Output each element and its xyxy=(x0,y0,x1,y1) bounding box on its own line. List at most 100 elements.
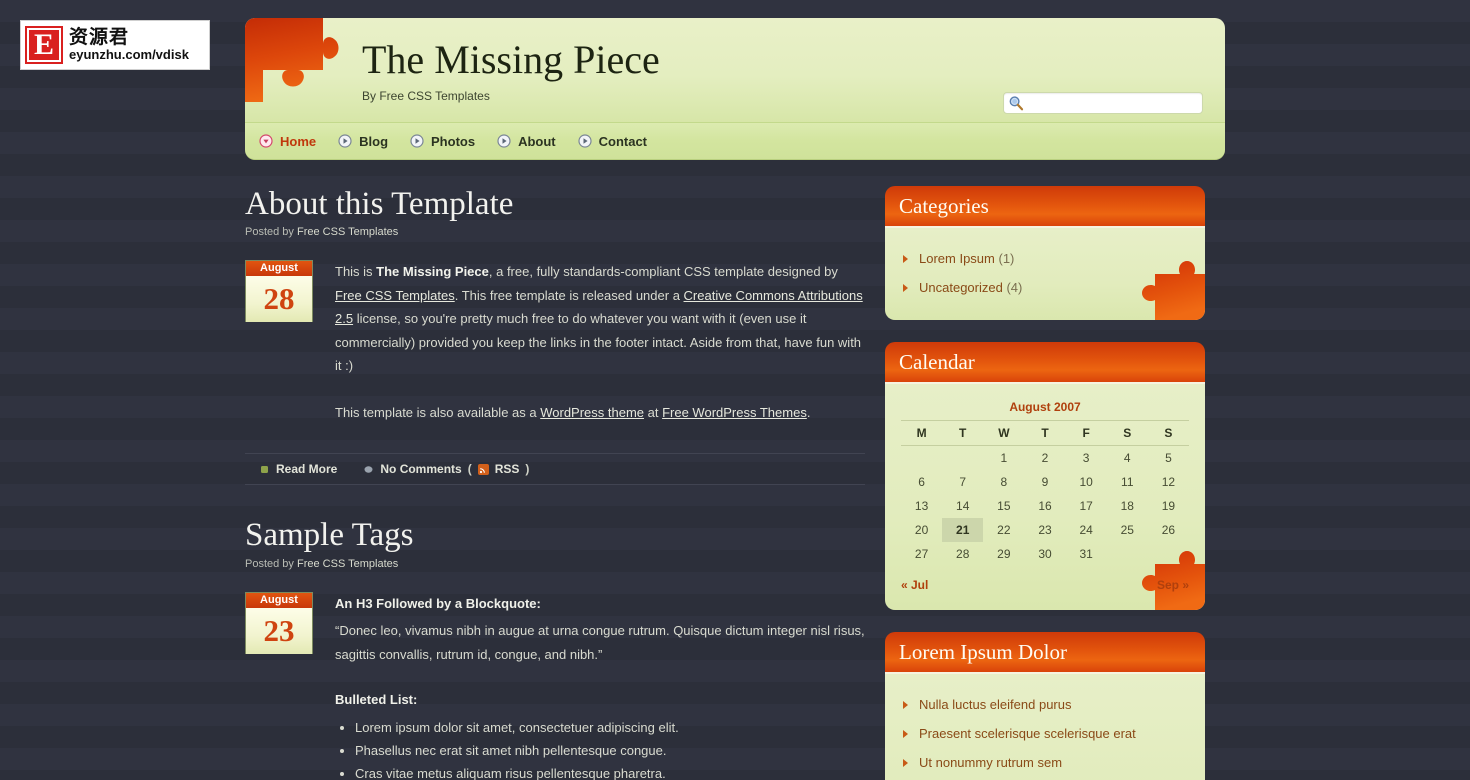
calendar-day: 13 xyxy=(914,499,929,513)
calendar-day: 7 xyxy=(959,475,967,489)
calendar-day xyxy=(1148,542,1189,566)
bullet-icon xyxy=(338,134,352,148)
bullet-icon xyxy=(578,134,592,148)
calendar-day: 14 xyxy=(956,499,970,513)
calendar-week-row: 20 21 22 23 24 25 26 xyxy=(901,518,1189,542)
arrow-right-icon xyxy=(903,730,908,738)
calendar-weekday-row: M T W T F S S xyxy=(901,420,1189,446)
watermark-logo: E 资源君 eyunzhu.com/vdisk xyxy=(20,20,210,70)
no-comments-link[interactable]: No Comments xyxy=(380,462,461,476)
calendar-navigation: « Jul Sep » xyxy=(901,578,1189,592)
lorem-link[interactable]: Ut nonummy rutrum sem xyxy=(919,755,1062,770)
site-title: The Missing Piece xyxy=(362,37,660,82)
free-wordpress-themes-link[interactable]: Free WordPress Themes xyxy=(662,405,807,420)
calendar-next-month-link[interactable]: Sep » xyxy=(1157,578,1189,592)
lorem-link[interactable]: Nulla luctus eleifend purus xyxy=(919,697,1071,712)
category-link[interactable]: Lorem Ipsum xyxy=(919,251,995,266)
post-text: This is The Missing Piece, a free, fully… xyxy=(335,260,865,447)
byline-author-link[interactable]: Free CSS Templates xyxy=(297,226,398,238)
arrow-right-icon xyxy=(903,284,908,292)
weekday-header: M xyxy=(901,420,943,446)
calendar-day: 31 xyxy=(1079,547,1093,561)
header-text-block: The Missing Piece By Free CSS Templates xyxy=(362,37,660,104)
calendar-day: 5 xyxy=(1165,451,1172,465)
para1-strong: The Missing Piece xyxy=(376,264,489,280)
box-body: August 2007 M T W T F S S 1 2 3 4 5 6 7 … xyxy=(885,384,1205,610)
search-box[interactable] xyxy=(1003,92,1203,114)
post-body: August 23 An H3 Followed by a Blockquote… xyxy=(245,591,865,780)
calendar-day: 9 xyxy=(1041,475,1049,489)
nav-item-home[interactable]: Home xyxy=(259,134,316,149)
post-title: Sample Tags xyxy=(245,517,414,554)
free-css-templates-link[interactable]: Free CSS Templates xyxy=(335,288,455,303)
read-more-link[interactable]: Read More xyxy=(276,462,337,476)
lorem-link[interactable]: Praesent scelerisque scelerisque erat xyxy=(919,726,1136,741)
para1-text-c: . This free template is released under a xyxy=(454,287,684,303)
wordpress-theme-link[interactable]: WordPress theme xyxy=(540,405,644,420)
para1-text-b: , a free, fully standards-compliant CSS … xyxy=(488,264,838,280)
calendar-prev-month-link[interactable]: « Jul xyxy=(901,578,928,592)
calendar-day: 10 xyxy=(1079,475,1093,489)
rss-icon xyxy=(477,463,489,475)
nav-item-about[interactable]: About xyxy=(497,134,556,149)
post-meta-bar: Read More No Comments ( RSS ) xyxy=(245,453,865,486)
nav-label-photos: Photos xyxy=(431,133,476,149)
rss-link[interactable]: RSS xyxy=(495,462,520,476)
post-text: An H3 Followed by a Blockquote: “Donec l… xyxy=(335,592,865,780)
weekday-header: F xyxy=(1065,420,1107,446)
calendar-day: 12 xyxy=(1161,475,1176,489)
list-item[interactable]: Lorem Ipsum (1) xyxy=(901,244,1189,273)
arrow-right-icon xyxy=(903,255,908,263)
byline-prefix: Posted by xyxy=(245,226,297,239)
date-month: August xyxy=(246,592,312,608)
search-icon xyxy=(1009,96,1024,111)
byline-author-link[interactable]: Free CSS Templates xyxy=(297,558,398,570)
calendar-day: 28 xyxy=(956,547,970,561)
calendar-day: 20 xyxy=(914,523,929,537)
post-sample-tags: Sample Tags Posted by Free CSS Templates… xyxy=(245,517,865,780)
date-day: 28 xyxy=(246,276,312,323)
lorem-links-list: Nulla luctus eleifend purus Praesent sce… xyxy=(901,690,1189,780)
post-byline: Posted by Free CSS Templates xyxy=(245,558,865,570)
post-about-this-template: About this Template Posted by Free CSS T… xyxy=(245,186,865,486)
meta-paren-open: ( xyxy=(467,462,472,477)
list-item[interactable]: Praesent scelerisque scelerisque erat xyxy=(901,719,1189,748)
para2-text-a: This template is also available as a xyxy=(335,404,541,420)
calendar-day xyxy=(1107,542,1148,566)
site-wrapper: The Missing Piece By Free CSS Templates xyxy=(245,18,1225,780)
list-item[interactable]: Ut nonummy rutrum sem xyxy=(901,748,1189,777)
calendar-day: 22 xyxy=(997,523,1011,537)
box-header: Lorem Ipsum Dolor xyxy=(885,632,1205,674)
para1-text-a: This is xyxy=(335,264,377,280)
calendar-day: 6 xyxy=(918,475,925,489)
category-link[interactable]: Uncategorized xyxy=(919,280,1003,295)
calendar-day: 29 xyxy=(997,547,1011,561)
post-byline: Posted by Free CSS Templates xyxy=(245,226,865,238)
calendar-week-row: 1 2 3 4 5 xyxy=(901,446,1189,471)
nav-item-contact[interactable]: Contact xyxy=(578,134,647,149)
list-item: Cras vitae metus aliquam risus pellentes… xyxy=(355,762,865,780)
nav-item-photos[interactable]: Photos xyxy=(410,134,475,149)
list-item[interactable]: Nulla luctus eleifend purus xyxy=(901,690,1189,719)
bulleted-list: Lorem ipsum dolor sit amet, consectetuer… xyxy=(335,716,865,780)
watermark-chinese-text: 资源君 xyxy=(69,26,130,49)
weekday-header: S xyxy=(1147,420,1189,446)
nav-item-blog[interactable]: Blog xyxy=(338,134,388,149)
nav-label-contact: Contact xyxy=(598,133,648,149)
calendar-day: 26 xyxy=(1161,523,1176,537)
site-header: The Missing Piece By Free CSS Templates xyxy=(245,18,1225,122)
search-input[interactable] xyxy=(1024,94,1198,112)
calendar-day: 25 xyxy=(1120,523,1134,537)
post-body: August 28 This is The Missing Piece, a f… xyxy=(245,260,865,447)
category-count: (1) xyxy=(998,251,1015,266)
calendar-day: 2 xyxy=(1041,451,1049,465)
calendar-day xyxy=(942,446,983,471)
calendar-day: 27 xyxy=(914,547,929,561)
list-item[interactable]: Uncategorized (4) xyxy=(901,273,1189,302)
calendar-week-row: 6 7 8 9 10 11 12 xyxy=(901,470,1189,494)
weekday-header: T xyxy=(1024,420,1066,446)
post-subheading: An H3 Followed by a Blockquote: xyxy=(335,595,541,611)
post-blockquote: “Donec leo, vivamus nibh in augue at urn… xyxy=(335,623,865,662)
bulleted-list-title: Bulleted List: xyxy=(335,692,418,708)
bullet-icon xyxy=(410,134,424,148)
